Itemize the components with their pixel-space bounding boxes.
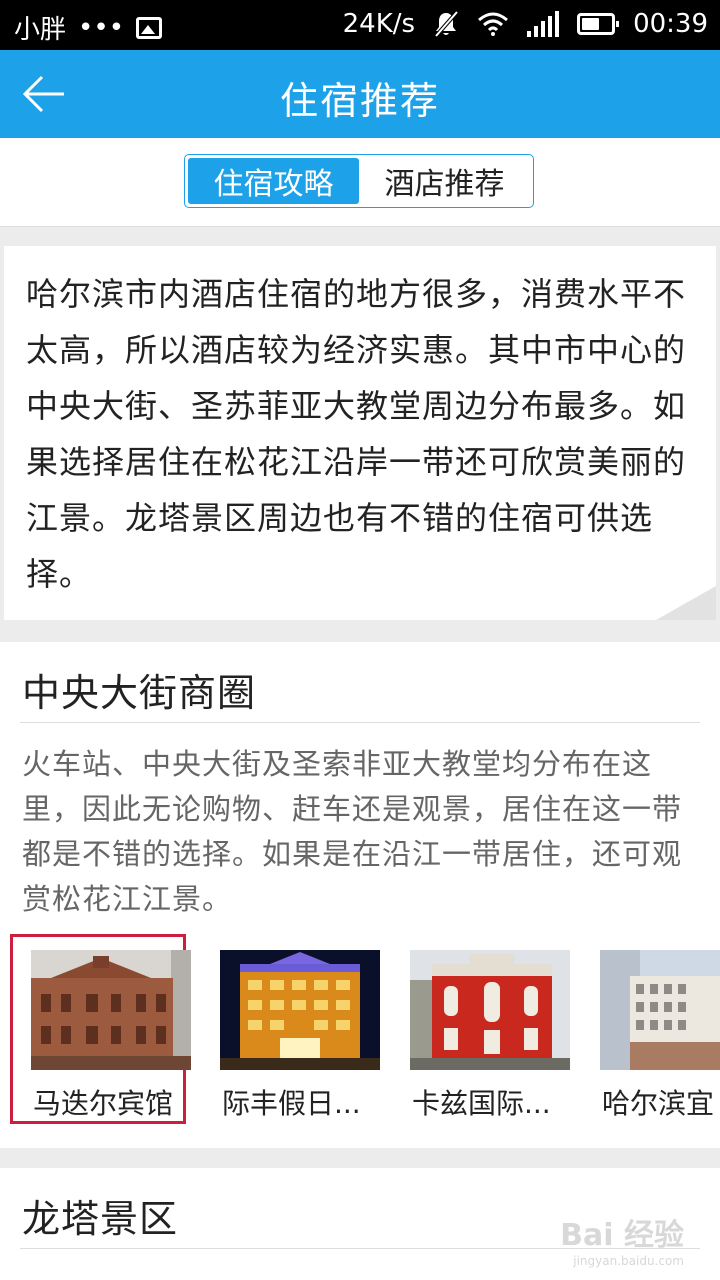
tab-accommodation-guide[interactable]: 住宿攻略: [188, 158, 359, 204]
wifi-icon: [478, 12, 509, 36]
mute-icon: [434, 10, 459, 38]
section-central-street: 中央大街商圈 火车站、中央大街及圣索非亚大教堂均分布在这里，因此无论购物、赶车还…: [0, 642, 720, 1148]
battery-icon: [577, 13, 620, 35]
clock: 00:39: [633, 9, 708, 39]
app-header: 住宿推荐: [0, 50, 720, 138]
page-title: 住宿推荐: [279, 79, 440, 123]
intro-text: 哈尔滨市内酒店住宿的地方很多，消费水平不太高，所以酒店较为经济实惠。其中市中心的…: [26, 275, 687, 593]
hotel-photo: [220, 950, 380, 1070]
status-bar: 小胖 ••• 24K/s 00:39: [0, 0, 720, 50]
watermark-brand: Bai 经验: [560, 1218, 684, 1253]
segmented-control: 住宿攻略 酒店推荐: [184, 154, 534, 208]
signal-icon: [527, 11, 560, 37]
hotel-name: 际丰假日...: [222, 1087, 361, 1120]
section-title: 中央大街商圈: [22, 671, 257, 715]
network-speed: 24K/s: [342, 9, 416, 39]
hotel-carousel[interactable]: 马迭尔宾馆 际丰假日... 卡兹国际... 哈尔滨宜: [0, 934, 720, 1134]
page-fold-decoration: [656, 586, 716, 620]
hotel-photo: [410, 950, 570, 1070]
hotel-name: 马迭尔宾馆: [33, 1087, 174, 1120]
hotel-card[interactable]: 哈尔滨宜: [580, 934, 720, 1124]
hotel-photo: [31, 950, 191, 1070]
hotel-card[interactable]: 际丰假日...: [200, 934, 380, 1124]
baidu-watermark: Bai 经验 jingyan.baidu.com: [560, 1210, 684, 1268]
tab-hotel-recommend[interactable]: 酒店推荐: [359, 158, 530, 204]
hotel-photo: [600, 950, 720, 1070]
hotel-name: 哈尔滨宜: [602, 1087, 715, 1120]
section-title: 龙塔景区: [22, 1197, 179, 1241]
intro-card: 哈尔滨市内酒店住宿的地方很多，消费水平不太高，所以酒店较为经济实惠。其中市中心的…: [4, 246, 716, 620]
tab-bar: 住宿攻略 酒店推荐: [0, 138, 720, 227]
watermark-url: jingyan.baidu.com: [573, 1254, 684, 1268]
hotel-card[interactable]: 马迭尔宾馆: [10, 934, 191, 1124]
hotel-card[interactable]: 卡兹国际...: [390, 934, 570, 1124]
hotel-name: 卡兹国际...: [412, 1087, 551, 1120]
notification-dots: •••: [78, 12, 125, 43]
section-description: 火车站、中央大街及圣索非亚大教堂均分布在这里，因此无论购物、赶车还是观景，居住在…: [22, 747, 683, 916]
divider: [20, 722, 700, 723]
carrier-label: 小胖: [14, 15, 67, 45]
image-icon: [136, 16, 163, 39]
